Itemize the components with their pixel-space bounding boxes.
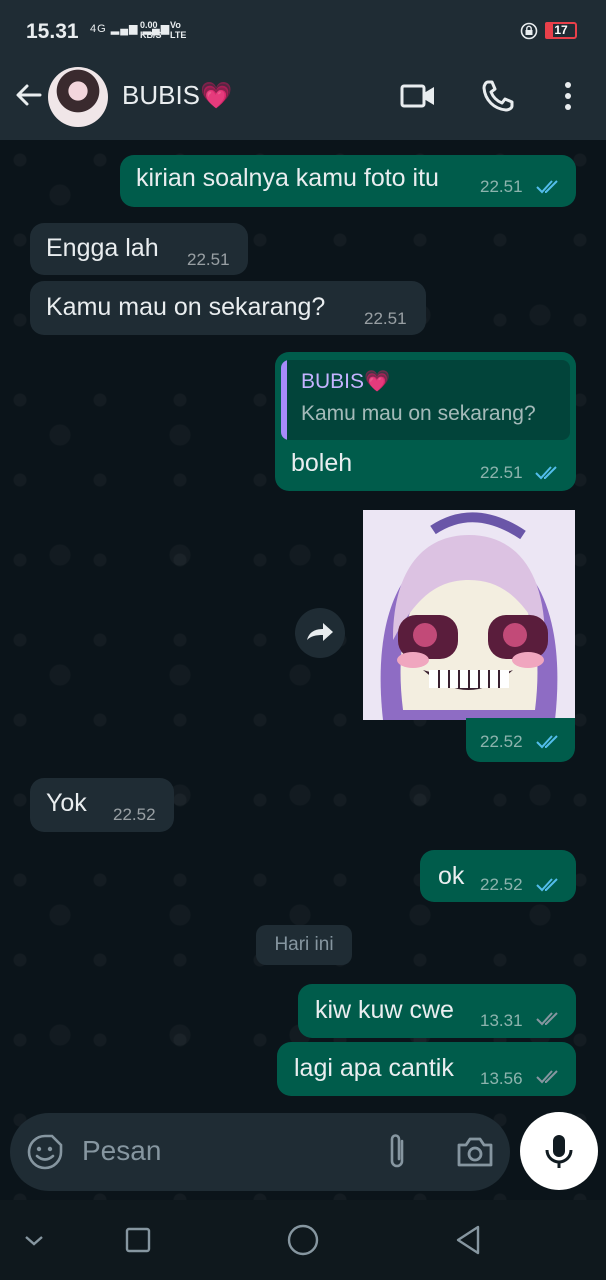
message-time: 13.56 bbox=[480, 1069, 523, 1088]
message-time: 22.51 bbox=[480, 463, 523, 482]
more-options-icon[interactable] bbox=[548, 76, 588, 116]
message-text: boleh bbox=[291, 449, 353, 477]
message-time: 22.52 bbox=[480, 875, 523, 894]
message-bubble-outgoing[interactable]: 22.52 bbox=[466, 718, 575, 762]
message-time: 22.51 bbox=[187, 250, 230, 269]
camera-icon[interactable] bbox=[455, 1133, 495, 1171]
back-nav-icon[interactable] bbox=[450, 1222, 486, 1258]
emoji-icon[interactable] bbox=[26, 1133, 64, 1171]
chat-header: BUBIS💗 bbox=[0, 62, 606, 140]
message-text: Yok bbox=[46, 789, 87, 817]
anime-sticker-image bbox=[363, 510, 575, 720]
message-bubble-outgoing[interactable]: kiw kuw cwe 13.31 bbox=[298, 984, 576, 1038]
system-nav-bar bbox=[0, 1200, 606, 1280]
microphone-icon bbox=[545, 1135, 573, 1168]
recent-apps-icon[interactable] bbox=[120, 1222, 156, 1258]
battery-level: 17 bbox=[554, 23, 568, 37]
message-bubble-outgoing[interactable]: kirian soalnya kamu foto itu 22.51 bbox=[120, 155, 576, 207]
read-receipt-icon bbox=[536, 878, 558, 892]
message-time: 13.31 bbox=[480, 1011, 523, 1030]
quoted-message[interactable]: BUBIS💗 Kamu mau on sekarang? bbox=[281, 360, 570, 440]
message-time: 22.51 bbox=[480, 177, 523, 196]
network-speed-value: 0.00 bbox=[140, 20, 158, 30]
message-text: ok bbox=[438, 862, 465, 890]
network-speed-unit: KB/S bbox=[140, 30, 162, 40]
rotation-lock-icon bbox=[520, 22, 538, 40]
message-input[interactable]: Pesan bbox=[82, 1135, 161, 1167]
back-arrow-icon[interactable] bbox=[12, 78, 46, 112]
message-image[interactable] bbox=[363, 510, 575, 720]
forward-icon bbox=[307, 623, 333, 641]
read-receipt-icon bbox=[536, 180, 558, 194]
message-bubble-outgoing[interactable]: ok 22.52 bbox=[420, 850, 576, 902]
delivered-receipt-icon bbox=[536, 1070, 558, 1084]
status-bar: 15.31 4G ▂▄▆ ▂▄▆ 0.00 KB/S Vo LTE 17 bbox=[0, 0, 606, 62]
home-icon[interactable] bbox=[285, 1222, 321, 1258]
network-type: 4G bbox=[90, 23, 107, 35]
message-time: 22.52 bbox=[113, 805, 156, 824]
message-bubble-outgoing[interactable]: lagi apa cantik 13.56 bbox=[277, 1042, 576, 1096]
lte-label: LTE bbox=[170, 30, 187, 40]
quoted-sender: BUBIS💗 bbox=[301, 370, 391, 393]
message-text: kiw kuw cwe bbox=[315, 996, 454, 1024]
message-time: 22.51 bbox=[364, 309, 407, 328]
voice-call-icon[interactable] bbox=[478, 76, 518, 116]
message-bubble-incoming[interactable]: Engga lah 22.51 bbox=[30, 223, 248, 275]
hide-keyboard-icon[interactable] bbox=[16, 1222, 52, 1258]
message-text: lagi apa cantik bbox=[294, 1054, 454, 1082]
read-receipt-icon bbox=[536, 735, 558, 749]
quoted-text: Kamu mau on sekarang? bbox=[301, 402, 536, 425]
status-time: 15.31 bbox=[26, 20, 79, 43]
volte-label: Vo bbox=[170, 20, 181, 30]
date-divider: Hari ini bbox=[256, 925, 352, 965]
delivered-receipt-icon bbox=[536, 1012, 558, 1026]
volte-indicator: Vo LTE bbox=[170, 20, 186, 40]
network-speed: 0.00 KB/S bbox=[140, 20, 162, 40]
message-text: Kamu mau on sekarang? bbox=[46, 293, 326, 321]
attach-icon[interactable] bbox=[382, 1131, 412, 1173]
message-time: 22.52 bbox=[480, 732, 523, 751]
message-text: Engga lah bbox=[46, 234, 159, 262]
message-text: kirian soalnya kamu foto itu bbox=[136, 164, 439, 192]
message-bubble-incoming[interactable]: Kamu mau on sekarang? 22.51 bbox=[30, 281, 426, 335]
forward-button[interactable] bbox=[295, 608, 345, 658]
message-bubble-incoming[interactable]: Yok 22.52 bbox=[30, 778, 174, 832]
video-call-icon[interactable] bbox=[398, 76, 438, 116]
battery-icon: 17 bbox=[545, 22, 577, 39]
quote-accent-bar bbox=[281, 360, 287, 440]
message-composer: Pesan bbox=[10, 1113, 510, 1191]
message-bubble-outgoing[interactable]: BUBIS💗 Kamu mau on sekarang? boleh 22.51 bbox=[275, 352, 576, 491]
contact-avatar[interactable] bbox=[48, 67, 108, 127]
contact-name[interactable]: BUBIS💗 bbox=[122, 80, 232, 111]
voice-record-button[interactable] bbox=[520, 1112, 598, 1190]
read-receipt-icon bbox=[535, 466, 557, 480]
